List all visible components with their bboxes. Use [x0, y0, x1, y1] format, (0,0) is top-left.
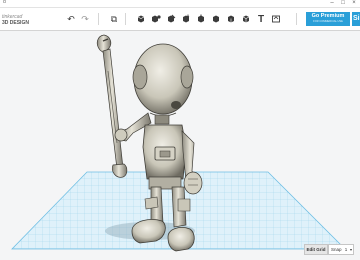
flip-icon[interactable]	[180, 12, 192, 26]
maximize-button[interactable]: □	[338, 0, 348, 7]
snap-value: 1	[344, 247, 348, 252]
premium-label: Go Premium	[311, 13, 345, 19]
shapes-icon[interactable]	[210, 12, 222, 26]
wrench	[96, 34, 128, 178]
minimize-button[interactable]: –	[327, 0, 337, 7]
import-icon[interactable]	[270, 12, 282, 26]
redo-icon[interactable]: ↷	[79, 12, 91, 26]
app-brand: tinkercad 3D DESIGN	[2, 14, 29, 26]
go-premium-button[interactable]: Go Premium FOR COMMERCIAL USE	[306, 12, 350, 26]
snap-label: Snap	[331, 247, 342, 252]
scene-canvas	[11, 34, 346, 252]
toolbar-separator	[125, 13, 126, 25]
toolbar-separator	[98, 13, 99, 25]
chevron-down-icon: ▾	[349, 247, 352, 252]
ungroup-icon[interactable]	[150, 12, 162, 26]
sign-in-button[interactable]: Si	[352, 12, 360, 26]
snap-grid-select[interactable]: Snap 1 ▾	[328, 244, 354, 255]
copy-icon[interactable]: ⧉	[108, 12, 120, 26]
close-button[interactable]: ×	[349, 0, 359, 7]
premium-sublabel: FOR COMMERCIAL USE	[313, 20, 343, 23]
brand-subtitle: 3D DESIGN	[2, 20, 29, 26]
title-bar: d – □ ×	[0, 0, 360, 8]
undo-icon[interactable]: ↶	[65, 12, 77, 26]
main-toolbar: tinkercad 3D DESIGN ↶ ↷ ⧉ T Go Premium F…	[0, 8, 360, 31]
3d-viewport[interactable]	[0, 31, 360, 260]
shape-icon[interactable]	[225, 12, 237, 26]
mirror-icon[interactable]	[195, 12, 207, 26]
group-icon[interactable]	[135, 12, 147, 26]
window-title: d	[3, 0, 6, 5]
edit-grid-button[interactable]: Edit Grid	[304, 244, 328, 255]
box-icon[interactable]	[240, 12, 252, 26]
text-icon[interactable]: T	[255, 12, 267, 26]
toolbar-separator	[296, 13, 297, 25]
align-icon[interactable]	[165, 12, 177, 26]
